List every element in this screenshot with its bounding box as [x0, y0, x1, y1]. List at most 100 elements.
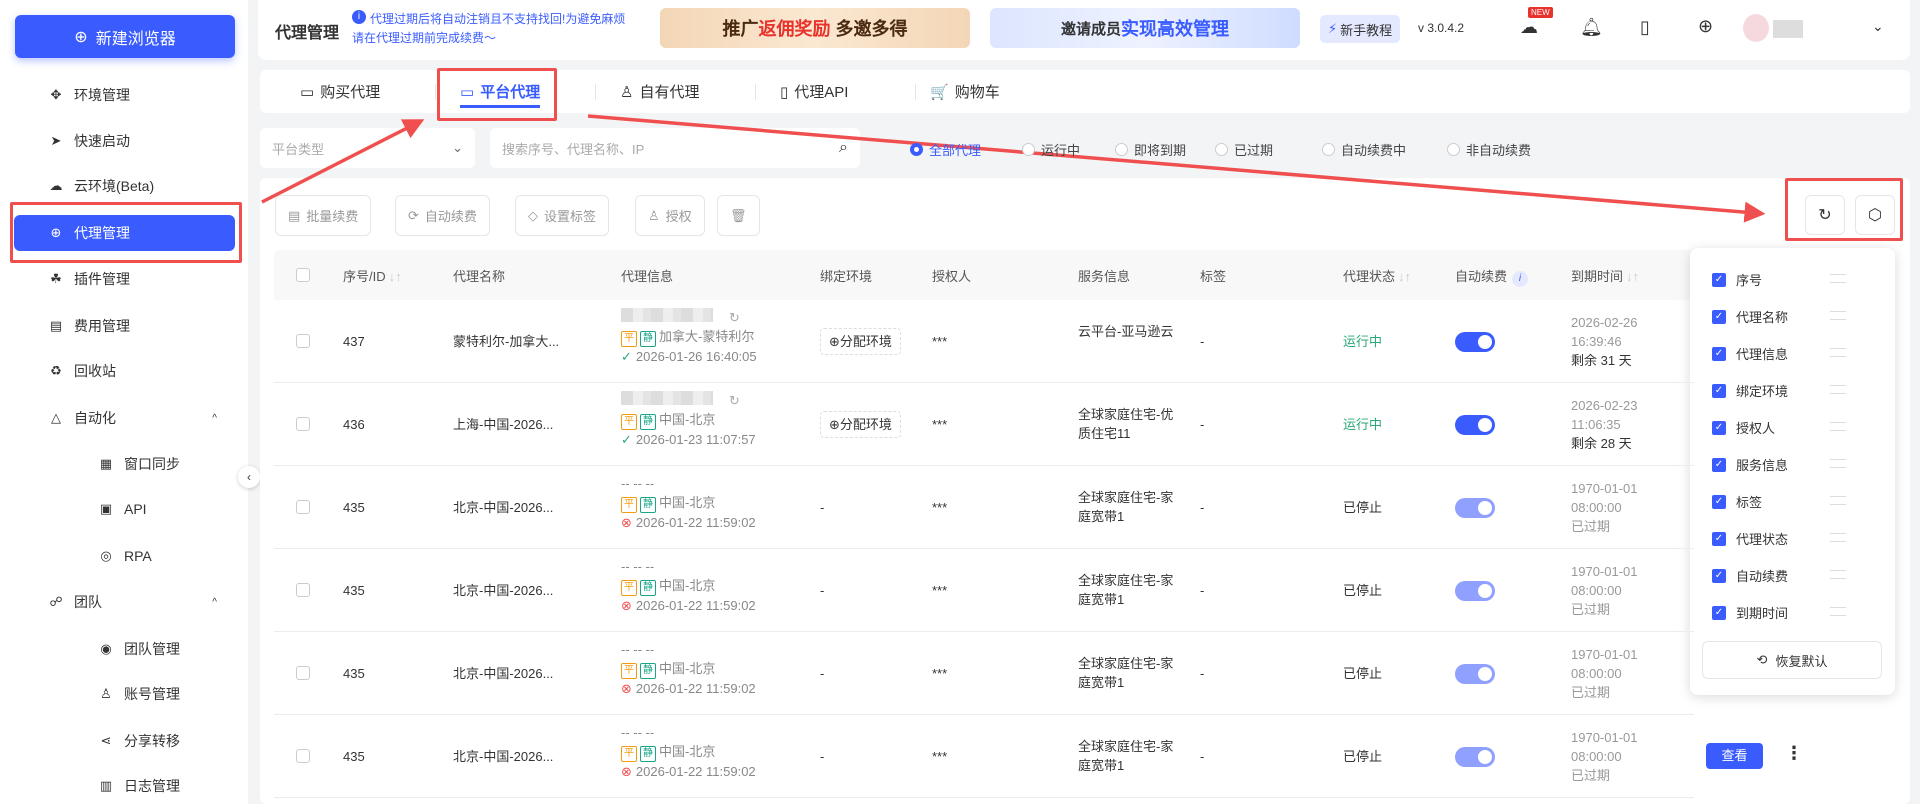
column-toggle-item[interactable]: ✓ 服务信息: [1712, 455, 1788, 474]
tab-3[interactable]: ▯ 代理API: [780, 70, 848, 113]
checkbox-checked-icon[interactable]: ✓: [1712, 531, 1726, 546]
avatar[interactable]: [1743, 14, 1769, 42]
checkbox-checked-icon[interactable]: ✓: [1712, 420, 1726, 435]
auto-renew-toggle[interactable]: [1455, 415, 1495, 435]
column-toggle-item[interactable]: ✓ 标签: [1712, 492, 1762, 511]
sidebar-item[interactable]: ♻ 回收站: [14, 353, 235, 389]
sidebar-item[interactable]: ▤ 费用管理: [14, 308, 235, 344]
chevron-up-icon[interactable]: ^: [212, 413, 217, 424]
auto-renew-toggle[interactable]: [1455, 332, 1495, 352]
sidebar-item[interactable]: ▣ API: [14, 491, 235, 527]
row-checkbox[interactable]: [296, 583, 310, 597]
set-tag-button[interactable]: ◇ 设置标签: [515, 195, 610, 236]
sidebar-item[interactable]: ☁ 云环境(Beta): [14, 168, 235, 204]
tab-0[interactable]: ▭ 购买代理: [300, 70, 380, 113]
sidebar-item[interactable]: ◎ RPA: [14, 538, 235, 574]
filter-radio[interactable]: 自动续费中: [1322, 140, 1406, 159]
drag-handle-icon[interactable]: [1830, 607, 1846, 616]
column-toggle-item[interactable]: ✓ 代理名称: [1712, 307, 1788, 326]
row-checkbox[interactable]: [296, 666, 310, 680]
filter-radio[interactable]: 已过期: [1215, 140, 1273, 159]
radio-circle: [1115, 143, 1128, 156]
tutorial-button[interactable]: ⚡ 新手教程: [1320, 15, 1401, 43]
auto-renew-toggle[interactable]: [1455, 498, 1495, 518]
checkbox-checked-icon[interactable]: ✓: [1712, 568, 1726, 583]
cloud-upload-icon[interactable]: ☁: [1520, 17, 1538, 38]
chevron-up-icon[interactable]: ^: [212, 597, 217, 608]
invite-banner[interactable]: 邀请成员 实现高效管理: [990, 8, 1300, 48]
refresh-ip-icon[interactable]: ↻: [729, 393, 740, 408]
sidebar-item[interactable]: ▦ 窗口同步: [14, 446, 235, 482]
sidebar-item[interactable]: ◉ 团队管理: [14, 631, 235, 667]
tab-4[interactable]: 🛒 购物车: [930, 70, 1000, 113]
row-checkbox[interactable]: [296, 417, 310, 431]
drag-handle-icon[interactable]: [1830, 385, 1846, 394]
checkbox-checked-icon[interactable]: ✓: [1712, 605, 1726, 620]
filter-radio[interactable]: 运行中: [1022, 140, 1080, 159]
sidebar-item[interactable]: ➤ 快速启动: [14, 123, 235, 159]
drag-handle-icon[interactable]: [1830, 496, 1846, 505]
column-toggle-item[interactable]: ✓ 授权人: [1712, 418, 1775, 437]
tab-2[interactable]: ♙ 自有代理: [620, 70, 699, 113]
globe-icon[interactable]: ⊕: [1698, 16, 1713, 37]
column-toggle-item[interactable]: ✓ 代理信息: [1712, 344, 1788, 363]
more-icon[interactable]: ⋮: [1785, 743, 1803, 764]
row-checkbox[interactable]: [296, 334, 310, 348]
filter-radio[interactable]: 即将到期: [1115, 140, 1186, 159]
bell-icon[interactable]: 🔔︎: [1580, 17, 1603, 38]
auto-renew-toggle[interactable]: [1455, 664, 1495, 684]
sort-icon[interactable]: ↓↑: [1626, 269, 1639, 284]
drag-handle-icon[interactable]: [1830, 348, 1846, 357]
collapse-sidebar-button[interactable]: ‹: [238, 466, 260, 488]
info-icon[interactable]: i: [1512, 271, 1529, 287]
device-history-icon[interactable]: ▯: [1640, 17, 1650, 38]
sidebar-item[interactable]: ☍ 团队 ^: [14, 584, 235, 620]
column-toggle-item[interactable]: ✓ 到期时间: [1712, 603, 1788, 622]
batch-renew-button[interactable]: ▤ 批量续费: [275, 195, 372, 236]
sidebar-item[interactable]: ♙ 账号管理: [14, 676, 235, 712]
checkbox-checked-icon[interactable]: ✓: [1712, 272, 1726, 287]
chevron-down-icon[interactable]: ⌄: [1872, 18, 1884, 35]
sidebar-item[interactable]: ▥ 日志管理: [14, 768, 235, 804]
sidebar-item[interactable]: ✥ 环境管理: [14, 77, 235, 113]
checkbox-checked-icon[interactable]: ✓: [1712, 309, 1726, 324]
sidebar-item[interactable]: ⋖ 分享转移: [14, 723, 235, 759]
checkbox-checked-icon[interactable]: ✓: [1712, 457, 1726, 472]
new-browser-button[interactable]: ⊕ 新建浏览器: [15, 15, 235, 58]
drag-handle-icon[interactable]: [1830, 570, 1846, 579]
promo-banner[interactable]: 推广 返佣奖励 多邀多得: [660, 8, 970, 48]
filter-radio[interactable]: 全部代理: [910, 140, 981, 159]
drag-handle-icon[interactable]: [1830, 422, 1846, 431]
assign-env-button[interactable]: ⊕分配环境: [820, 411, 901, 438]
sort-icon[interactable]: ↓↑: [389, 269, 402, 284]
assign-env-button[interactable]: ⊕分配环境: [820, 328, 901, 355]
sidebar-item[interactable]: ☘ 插件管理: [14, 261, 235, 297]
row-checkbox[interactable]: [296, 749, 310, 763]
reset-default-button[interactable]: ⟲ 恢复默认: [1702, 641, 1882, 679]
row-checkbox[interactable]: [296, 500, 310, 514]
delete-button[interactable]: 🗑︎: [717, 195, 760, 236]
column-toggle-item[interactable]: ✓ 绑定环境: [1712, 381, 1788, 400]
drag-handle-icon[interactable]: [1830, 274, 1846, 283]
auto-renew-toggle[interactable]: [1455, 581, 1495, 601]
checkbox-checked-icon[interactable]: ✓: [1712, 494, 1726, 509]
view-button[interactable]: 查看: [1706, 743, 1763, 769]
checkbox-checked-icon[interactable]: ✓: [1712, 383, 1726, 398]
drag-handle-icon[interactable]: [1830, 459, 1846, 468]
refresh-ip-icon[interactable]: ↻: [729, 310, 740, 325]
sort-icon[interactable]: ↓↑: [1398, 269, 1411, 284]
platform-type-select[interactable]: 平台类型 ⌄: [260, 128, 475, 168]
column-toggle-item[interactable]: ✓ 序号: [1712, 270, 1762, 289]
authorize-button[interactable]: ♙ 授权: [635, 195, 705, 236]
auto-renew-button[interactable]: ⟳ 自动续费: [395, 195, 490, 236]
sidebar-item[interactable]: △ 自动化 ^: [14, 400, 235, 436]
drag-handle-icon[interactable]: [1830, 311, 1846, 320]
auto-renew-toggle[interactable]: [1455, 747, 1495, 767]
column-toggle-item[interactable]: ✓ 自动续费: [1712, 566, 1788, 585]
drag-handle-icon[interactable]: [1830, 533, 1846, 542]
filter-radio[interactable]: 非自动续费: [1447, 140, 1531, 159]
checkbox-checked-icon[interactable]: ✓: [1712, 346, 1726, 361]
column-toggle-item[interactable]: ✓ 代理状态: [1712, 529, 1788, 548]
search-input[interactable]: 搜索序号、代理名称、IP ⌕: [490, 128, 860, 168]
select-all-checkbox[interactable]: [296, 268, 310, 282]
